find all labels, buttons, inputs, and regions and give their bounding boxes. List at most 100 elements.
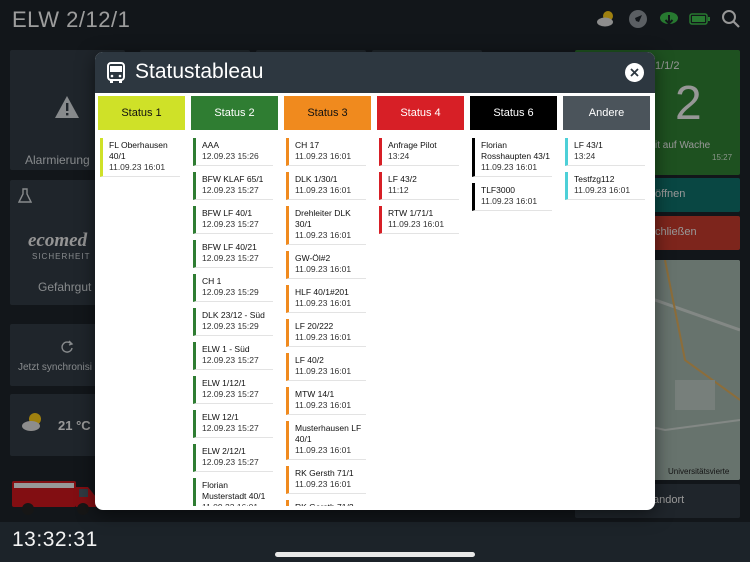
column-header[interactable]: Andere: [563, 96, 650, 130]
vehicle-status-time: 12.09.23 15:27: [202, 457, 259, 467]
vehicle-entry[interactable]: GW-Öl#2 11.09.23 16:01: [286, 251, 366, 279]
vehicle-name: Florian Rosshaupten 43/1: [481, 140, 550, 161]
vehicle-status-time: 13:24: [388, 151, 410, 161]
bus-icon: [107, 62, 125, 83]
vehicle-name: RK Gersth 71/2: [295, 502, 364, 506]
vehicle-entry[interactable]: MTW 14/1 11.09.23 16:01: [286, 387, 366, 415]
vehicle-entry[interactable]: Musterhausen LF 40/1 11.09.23 16:01: [286, 421, 366, 460]
vehicle-name: TLF3000: [481, 185, 516, 195]
vehicle-status-time: 11.09.23 16:01: [481, 162, 538, 172]
clock: 13:32:31: [12, 528, 98, 551]
vehicle-status-time: 11.09.23 16:01: [388, 219, 445, 229]
vehicle-name: DLK 23/12 - Süd: [202, 310, 265, 320]
column-entries: Anfrage Pilot 13:24 LF 43/2 11:12 RTW 1/71/1…: [377, 130, 464, 234]
vehicle-entry[interactable]: CH 17 11.09.23 16:01: [286, 138, 366, 166]
vehicle-name: LF 20/222: [295, 321, 334, 331]
vehicle-name: FL Oberhausen 40/1: [109, 140, 168, 161]
vehicle-name: DLK 1/30/1: [295, 174, 338, 184]
vehicle-entry[interactable]: CH 1 12.09.23 15:29: [193, 274, 273, 302]
vehicle-entry[interactable]: ELW 1 - Süd 12.09.23 15:27: [193, 342, 273, 370]
vehicle-entry[interactable]: BFW LF 40/1 12.09.23 15:27: [193, 206, 273, 234]
vehicle-entry[interactable]: BFW KLAF 65/1 12.09.23 15:27: [193, 172, 273, 200]
column-entries: CH 17 11.09.23 16:01 DLK 1/30/1 11.09.23 16…: [284, 130, 371, 506]
column-header[interactable]: Status 4: [377, 96, 464, 130]
vehicle-name: LF 40/2: [295, 355, 324, 365]
modal-title: Statustableau: [135, 60, 264, 83]
vehicle-name: GW-Öl#2: [295, 253, 331, 263]
vehicle-name: HLF 40/1#201: [295, 287, 349, 297]
vehicle-entry[interactable]: TLF3000 11.09.23 16:01: [472, 183, 552, 211]
vehicle-entry[interactable]: DLK 23/12 - Süd 12.09.23 15:29: [193, 308, 273, 336]
column-header[interactable]: Status 2: [191, 96, 278, 130]
vehicle-entry[interactable]: LF 43/2 11:12: [379, 172, 459, 200]
vehicle-entry[interactable]: LF 40/2 11.09.23 16:01: [286, 353, 366, 381]
vehicle-name: LF 43/2: [388, 174, 417, 184]
column-header[interactable]: Status 1: [98, 96, 185, 130]
close-button[interactable]: [625, 63, 644, 82]
vehicle-status-time: 11.09.23 16:01: [109, 162, 166, 172]
column-entries: AAA 12.09.23 15:26 BFW KLAF 65/1 12.09.23 1…: [191, 130, 278, 506]
vehicle-name: RTW 1/71/1: [388, 208, 434, 218]
vehicle-name: AAA: [202, 140, 220, 150]
vehicle-status-time: 11.09.23 16:01: [295, 479, 352, 489]
vehicle-name: Musterhausen LF 40/1: [295, 423, 362, 444]
vehicle-status-time: 11:12: [388, 185, 409, 195]
vehicle-name: Florian Musterstadt 40/1: [202, 480, 266, 501]
status-column: Status 3 CH 17 11.09.23 16:01 DLK 1/30/1 11…: [284, 96, 371, 506]
status-column: Status 4 Anfrage Pilot 13:24 LF 43/2 11:12 R…: [377, 96, 464, 506]
vehicle-entry[interactable]: RK Gersth 71/1 11.09.23 16:01: [286, 466, 366, 494]
vehicle-status-time: 11.09.23 16:01: [295, 185, 352, 195]
vehicle-status-time: 11.09.23 16:01: [295, 366, 352, 376]
vehicle-status-time: 11.09.23 16:01: [202, 502, 271, 506]
vehicle-entry[interactable]: HLF 40/1#201 11.09.23 16:01: [286, 285, 366, 313]
vehicle-status-time: 11.09.23 16:01: [295, 298, 352, 308]
vehicle-entry[interactable]: ELW 12/1 12.09.23 15:27: [193, 410, 273, 438]
vehicle-name: MTW 14/1: [295, 389, 335, 399]
vehicle-status-time: 12.09.23 15:29: [202, 321, 259, 331]
vehicle-entry[interactable]: Florian Rosshaupten 43/1 11.09.23 16:01: [472, 138, 552, 177]
vehicle-entry[interactable]: ELW 2/12/1 12.09.23 15:27: [193, 444, 273, 472]
vehicle-entry[interactable]: DLK 1/30/1 11.09.23 16:01: [286, 172, 366, 200]
vehicle-entry[interactable]: FL Oberhausen 40/1 11.09.23 16:01: [100, 138, 180, 177]
vehicle-status-time: 12.09.23 15:27: [202, 355, 259, 365]
vehicle-status-time: 11.09.23 16:01: [295, 151, 352, 161]
vehicle-name: BFW LF 40/21: [202, 242, 257, 252]
vehicle-entry[interactable]: Florian Musterstadt 40/111.09.23 16:01: [193, 478, 273, 506]
status-tableau-modal: Statustableau Status 1 FL Oberhausen 40/…: [95, 52, 655, 510]
home-indicator[interactable]: [275, 552, 475, 557]
vehicle-name: ELW 1 - Süd: [202, 344, 250, 354]
vehicle-status-time: 12.09.23 15:27: [202, 219, 259, 229]
vehicle-entry[interactable]: ELW 1/12/1 12.09.23 15:27: [193, 376, 273, 404]
column-entries: LF 43/1 13:24 Testfzg112 11.09.23 16:01: [563, 130, 650, 200]
vehicle-entry[interactable]: BFW LF 40/21 12.09.23 15:27: [193, 240, 273, 268]
vehicle-entry[interactable]: RK Gersth 71/211.09.23 17:27: [286, 500, 366, 506]
vehicle-entry[interactable]: AAA 12.09.23 15:26: [193, 138, 273, 166]
column-header[interactable]: Status 6: [470, 96, 557, 130]
status-column: Andere LF 43/1 13:24 Testfzg112 11.09.23 16…: [563, 96, 650, 506]
vehicle-name: Testfzg112: [574, 174, 615, 184]
vehicle-status-time: 11.09.23 16:01: [295, 445, 352, 455]
column-header[interactable]: Status 3: [284, 96, 371, 130]
vehicle-name: Anfrage Pilot: [388, 140, 437, 150]
vehicle-status-time: 11.09.23 16:01: [481, 196, 538, 206]
vehicle-entry[interactable]: Anfrage Pilot 13:24: [379, 138, 459, 166]
vehicle-entry[interactable]: Drehleiter DLK 30/1 11.09.23 16:01: [286, 206, 366, 245]
vehicle-name: ELW 1/12/1: [202, 378, 246, 388]
vehicle-entry[interactable]: LF 20/222 11.09.23 16:01: [286, 319, 366, 347]
vehicle-name: ELW 12/1: [202, 412, 239, 422]
status-column: Status 1 FL Oberhausen 40/1 11.09.23 16:0…: [98, 96, 185, 506]
vehicle-status-time: 12.09.23 15:26: [202, 151, 259, 161]
vehicle-status-time: 11.09.23 16:01: [295, 332, 352, 342]
vehicle-entry[interactable]: RTW 1/71/1 11.09.23 16:01: [379, 206, 459, 234]
vehicle-name: BFW LF 40/1: [202, 208, 253, 218]
vehicle-entry[interactable]: LF 43/1 13:24: [565, 138, 645, 166]
modal-header: Statustableau: [95, 52, 655, 93]
vehicle-name: CH 17: [295, 140, 320, 150]
vehicle-status-time: 12.09.23 15:29: [202, 287, 259, 297]
vehicle-name: ELW 2/12/1: [202, 446, 246, 456]
column-entries: FL Oberhausen 40/1 11.09.23 16:01: [98, 130, 185, 177]
column-entries: Florian Rosshaupten 43/1 11.09.23 16:01 TL…: [470, 130, 557, 211]
vehicle-name: LF 43/1: [574, 140, 603, 150]
vehicle-entry[interactable]: Testfzg112 11.09.23 16:01: [565, 172, 645, 200]
vehicle-status-time: 11.09.23 16:01: [295, 230, 352, 240]
